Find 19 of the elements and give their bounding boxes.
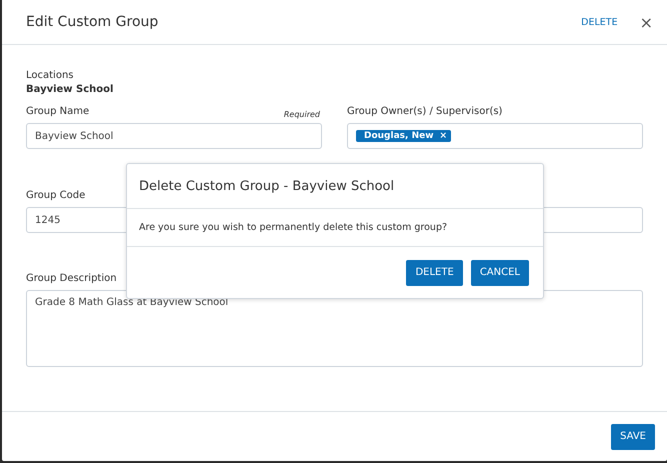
group-name-field[interactable]: Bayview School (26, 123, 322, 149)
required-note: Required (284, 110, 320, 119)
locations-label: Locations (26, 69, 75, 83)
dialog-title: Delete Custom Group - Bayview School (139, 178, 394, 194)
close-button[interactable]: × (640, 12, 653, 32)
save-button[interactable]: SAVE (611, 424, 655, 450)
tag-remove-button[interactable]: × (440, 131, 448, 141)
field-label: Group Code (26, 189, 86, 203)
field-label: Group Owner(s) / Supervisor(s) (347, 105, 502, 119)
modal-title: Edit Custom Group (26, 14, 160, 30)
tag-label: Douglas, New (364, 131, 434, 141)
dialog-message: Are you sure you wish to permanently delete this custom group? (139, 222, 448, 233)
delete-link[interactable]: DELETE (581, 16, 618, 28)
field-label: Group Description (26, 272, 117, 286)
locations-value: Bayview School (26, 83, 114, 97)
dialog-button[interactable]: CANCEL (470, 260, 529, 286)
dialog-button[interactable]: DELETE (406, 260, 463, 286)
field-label: Group Name (26, 105, 90, 119)
owners-field[interactable]: Douglas, New × (347, 123, 643, 149)
